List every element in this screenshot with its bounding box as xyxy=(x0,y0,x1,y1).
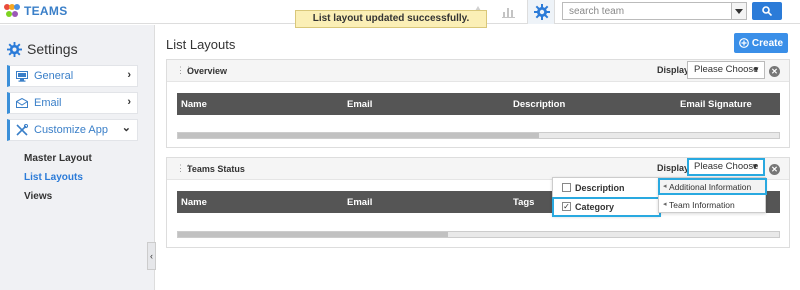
search-input[interactable] xyxy=(562,2,732,20)
chevron-right-icon: › xyxy=(127,69,131,81)
app-name: TEAMS xyxy=(24,4,68,18)
plus-circle-icon xyxy=(739,38,749,48)
monitor-icon xyxy=(16,70,28,82)
search-icon xyxy=(762,6,772,16)
sidebar-item-general[interactable]: General › xyxy=(7,65,138,87)
panel-title: Overview xyxy=(187,66,228,76)
layout-panel-overview: ⋮⋮ Overview Display Please Choose ▼ ✕ Na… xyxy=(166,59,790,148)
category-checkbox[interactable]: ✓ xyxy=(562,202,571,211)
create-button-label: Create xyxy=(751,37,784,49)
gear-icon xyxy=(7,41,22,57)
sidebar-item-label: General xyxy=(34,70,74,82)
display-label: Display xyxy=(657,163,690,173)
display-options-menu: ◂ Additional Information ◂ Team Informat… xyxy=(658,177,767,213)
scrollbar-thumb[interactable] xyxy=(178,133,539,138)
scrollbar-thumb[interactable] xyxy=(178,232,449,237)
column-header: Description xyxy=(513,99,566,110)
display-select-value: Please Choose xyxy=(694,161,759,172)
caret-left-icon: ◂ xyxy=(663,183,667,190)
bar-chart-icon[interactable] xyxy=(501,4,517,20)
column-header: Name xyxy=(181,197,207,208)
sidebar-item-label: Customize App xyxy=(34,124,108,136)
chevron-right-icon: › xyxy=(127,96,131,108)
horizontal-scrollbar[interactable] xyxy=(177,231,780,238)
chevron-down-icon: ⌄ xyxy=(121,122,131,134)
column-header: Email Signature xyxy=(680,99,752,110)
sidebar-subitem-list-layouts[interactable]: List Layouts xyxy=(24,172,83,183)
search-button[interactable] xyxy=(752,2,782,20)
display-select[interactable]: Please Choose ▼ xyxy=(687,61,765,79)
display-select-value: Please Choose xyxy=(694,64,759,75)
sidebar-title: Settings xyxy=(7,41,78,57)
search-scope-dropdown[interactable] xyxy=(731,2,747,20)
success-toast: List layout updated successfully. xyxy=(295,10,487,28)
caret-down-icon: ▼ xyxy=(752,65,760,74)
panel-title: Teams Status xyxy=(187,164,245,174)
teams-logo-icon xyxy=(4,4,20,18)
sidebar: Settings General › Email › Customize App… xyxy=(0,25,155,290)
gear-icon xyxy=(534,4,550,20)
envelope-icon xyxy=(16,98,28,108)
sidebar-collapse-button[interactable]: ‹ xyxy=(147,242,156,270)
column-header: Tags xyxy=(513,197,535,208)
grid-header: Name Email Description Email Signature xyxy=(177,93,780,115)
display-option-team-information[interactable]: Team Information xyxy=(669,200,735,210)
remove-panel-button[interactable]: ✕ xyxy=(769,164,780,175)
sidebar-subitem-master-layout[interactable]: Master Layout xyxy=(24,153,92,164)
sidebar-item-email[interactable]: Email › xyxy=(7,92,138,114)
sidebar-item-label: Email xyxy=(34,97,62,109)
column-header: Name xyxy=(181,99,207,110)
remove-panel-button[interactable]: ✕ xyxy=(769,66,780,77)
settings-gear-button[interactable] xyxy=(527,0,555,24)
column-header: Email xyxy=(347,99,373,110)
sidebar-item-customize-app[interactable]: Customize App ⌄ xyxy=(7,119,138,141)
column-option-category[interactable]: Category xyxy=(575,202,614,212)
column-option-description[interactable]: Description xyxy=(575,183,625,193)
column-chooser-menu: Description ✓ Category xyxy=(552,177,661,217)
app-logo[interactable]: TEAMS xyxy=(4,4,68,18)
sidebar-title-label: Settings xyxy=(27,41,78,57)
chevron-down-icon xyxy=(735,9,743,14)
display-select[interactable]: Please Choose ▼ xyxy=(687,158,765,176)
create-button[interactable]: Create xyxy=(734,33,788,53)
panel-header: ⋮⋮ Overview Display Please Choose ▼ ✕ xyxy=(167,60,789,82)
caret-down-icon: ▼ xyxy=(751,162,759,171)
description-checkbox[interactable] xyxy=(562,183,571,192)
caret-left-icon: ◂ xyxy=(663,201,667,208)
horizontal-scrollbar[interactable] xyxy=(177,132,780,139)
page-title: List Layouts xyxy=(166,37,236,52)
display-label: Display xyxy=(657,65,690,75)
tools-icon xyxy=(16,124,28,136)
sidebar-subitem-views[interactable]: Views xyxy=(24,191,52,202)
column-header: Email xyxy=(347,197,373,208)
display-option-additional-information[interactable]: Additional Information xyxy=(669,182,751,192)
